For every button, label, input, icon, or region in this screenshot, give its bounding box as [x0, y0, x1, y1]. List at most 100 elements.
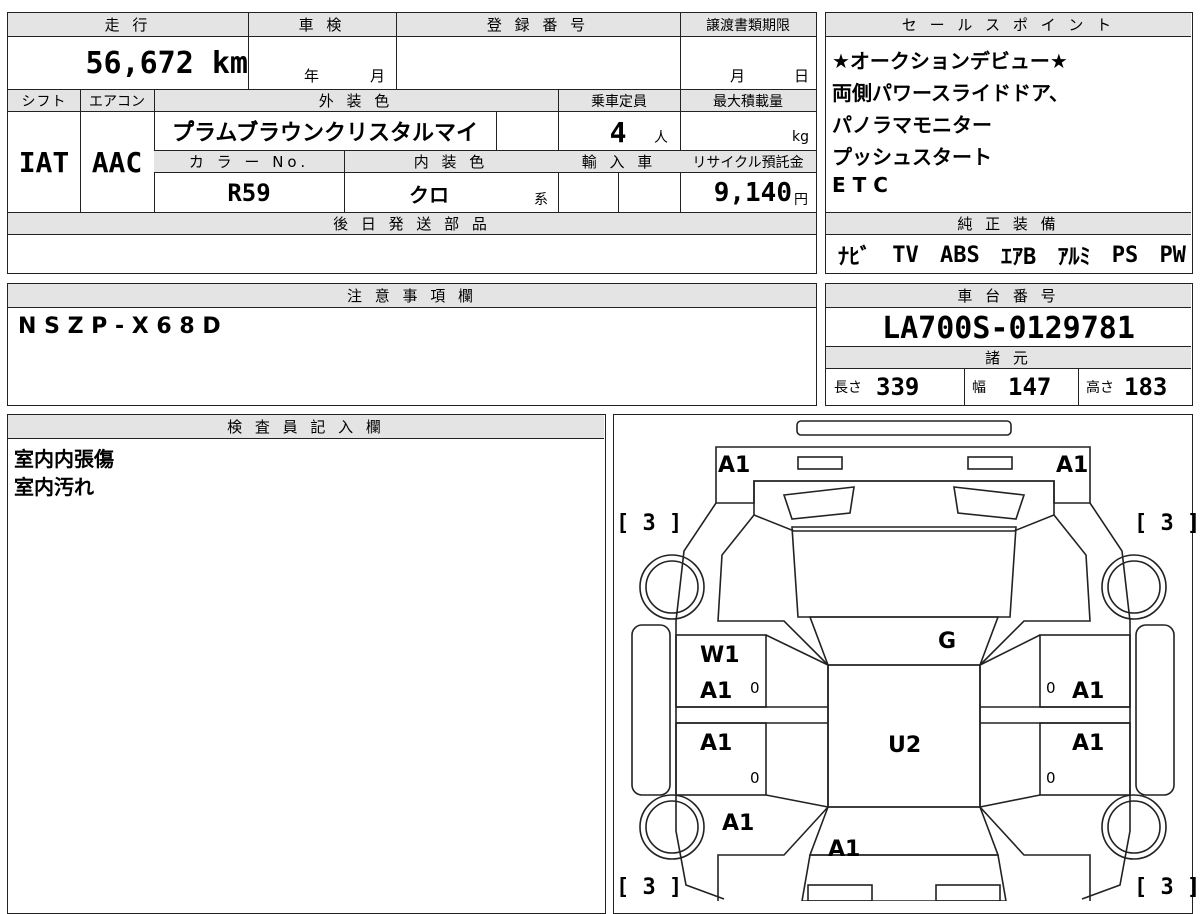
sales-points-panel: セ ー ル ス ポ イ ン ト ★オークションデビュー★ 両側パワースライドドア…	[825, 12, 1193, 274]
front-emblem	[796, 420, 1012, 436]
interior-header: 内 装 色	[344, 151, 558, 173]
mark-right-rear-door: A1	[1072, 731, 1105, 756]
damage-map-panel: A1 A1 [ 3 ] [ 3 ] [ 3 ] [ 3 ] G W1 A1 0 …	[613, 414, 1200, 914]
mark-bracket-br: [ 3 ]	[1134, 875, 1200, 900]
cab-front	[717, 514, 829, 901]
mark-windshield: G	[938, 629, 957, 654]
length-value: 339	[876, 373, 920, 401]
later-parts-header: 後 日 発 送 部 品	[8, 213, 816, 235]
recycle-value: 9,140	[713, 178, 792, 208]
spec-height: 高さ 183	[1086, 372, 1167, 402]
inspector-line: 室内汚れ	[14, 475, 94, 499]
fog-lamp-left	[797, 456, 843, 470]
sales-points-header: セ ー ル ス ポ イ ン ト	[826, 13, 1191, 37]
capacity-value: 4	[609, 115, 627, 149]
mark-zero-lf: 0	[750, 679, 760, 697]
mark-left-front-door-2: A1	[700, 679, 733, 704]
width-value: 147	[1008, 373, 1052, 401]
mark-left-rear-fender: A1	[722, 811, 755, 836]
equipment-item: ｱﾙﾐ	[1057, 245, 1091, 270]
equipment-item: ｴｱB	[1000, 245, 1037, 270]
height-label: 高さ	[1086, 380, 1114, 396]
notes-header: 注 意 事 項 欄	[8, 284, 816, 308]
equipment-header: 純 正 装 備	[826, 213, 1191, 235]
chassis-number: LA700S-0129781	[882, 310, 1135, 346]
wheel-rear-right	[1101, 794, 1167, 860]
rear-bumper-l	[807, 884, 873, 901]
equipment-item: PS	[1111, 242, 1139, 268]
mileage-header: 走 行	[8, 13, 248, 37]
inspector-panel: 検 査 員 記 入 欄 室内内張傷 室内汚れ	[7, 414, 606, 914]
side-sill-left	[631, 624, 671, 796]
transfer-header: 譲渡書類期限	[680, 13, 816, 37]
width-label: 幅	[972, 380, 986, 396]
shift-value: IAT	[18, 145, 70, 179]
notes-panel: 注 意 事 項 欄 N S Z P - X 6 8 D	[7, 283, 817, 406]
rear-bumper-r	[935, 884, 1001, 901]
recycle-unit: 円	[794, 192, 808, 208]
hood	[753, 480, 1055, 532]
mark-left-rear-door: A1	[700, 731, 733, 756]
load-unit: kg	[792, 129, 809, 145]
mark-front-left: A1	[718, 453, 751, 478]
mark-zero-lr: 0	[750, 769, 760, 787]
import-header: 輸 入 車	[558, 151, 680, 173]
mark-roof: U2	[888, 733, 922, 758]
recycle-header: リサイクル預託金	[680, 151, 816, 173]
equipment-list: ﾅﾋﾞ TV ABS ｴｱB ｱﾙﾐ PS PW	[838, 239, 1186, 271]
inspector-line: 室内内張傷	[14, 447, 114, 471]
color-no-header: カ ラ ー No.	[154, 151, 344, 173]
notes-value: N S Z P - X 6 8 D	[18, 314, 221, 339]
inspection-header: 車 検	[248, 13, 396, 37]
ac-value: AAC	[91, 145, 143, 179]
length-label: 長さ	[834, 380, 862, 396]
vehicle-info-grid: 走 行 車 検 登 録 番 号 譲渡書類期限 56,672 km 年 月 月 日…	[7, 12, 817, 274]
mark-rear: A1	[828, 837, 861, 862]
registration-header: 登 録 番 号	[396, 13, 680, 37]
chassis-header: 車 台 番 号	[826, 284, 1191, 308]
color-no-value: R59	[227, 179, 271, 207]
mark-bracket-bl: [ 3 ]	[616, 875, 683, 900]
inspector-header: 検 査 員 記 入 欄	[8, 415, 604, 439]
exterior-header: 外 装 色	[154, 90, 558, 112]
equipment-item: ABS	[939, 242, 980, 268]
equipment-item: PW	[1159, 242, 1186, 268]
windshield	[791, 526, 1017, 618]
wheel-rear-left	[639, 794, 705, 860]
spec-length: 長さ 339	[834, 372, 919, 402]
sales-point-line: プッシュスタート	[832, 145, 992, 169]
mark-bracket-tl: [ 3 ]	[616, 511, 683, 536]
inspection-year: 年	[304, 67, 320, 85]
transfer-day: 日	[794, 67, 810, 85]
sales-point-line: 両側パワースライドドア、	[832, 81, 1069, 105]
inspection-month: 月	[370, 67, 386, 85]
mark-right-front-door: A1	[1072, 679, 1105, 704]
mark-zero-rf: 0	[1046, 679, 1056, 697]
capacity-header: 乗車定員	[558, 90, 680, 112]
mark-left-front-door-1: W1	[700, 643, 740, 668]
sales-point-line: パノラマモニター	[832, 113, 992, 137]
headlamp-right	[953, 486, 1026, 520]
chassis-panel: 車 台 番 号 LA700S-0129781 諸 元 長さ 339 幅 147 …	[825, 283, 1193, 406]
transfer-month: 月	[730, 67, 746, 85]
side-sill-right	[1135, 624, 1175, 796]
cab-front-r	[979, 514, 1091, 901]
ac-header: エアコン	[80, 90, 154, 112]
interior-value: クロ	[409, 182, 449, 207]
headlamp-left	[782, 486, 855, 520]
wheel-front-right	[1101, 554, 1167, 620]
wheel-front-left	[639, 554, 705, 620]
windshield-top	[808, 616, 1000, 666]
mileage-value: 56,672 km	[85, 45, 248, 81]
height-value: 183	[1124, 373, 1168, 401]
capacity-unit: 人	[654, 130, 668, 146]
exterior-value: プ゚ラムブ゙ラウンクリスタルマイ	[171, 121, 479, 146]
mark-zero-rr: 0	[1046, 769, 1056, 787]
spec-width: 幅 147	[972, 372, 1051, 402]
fog-lamp-right	[967, 456, 1013, 470]
sales-point-line: ★オークションデビュー★	[832, 49, 1068, 73]
interior-suffix: 系	[534, 192, 548, 208]
load-header: 最大積載量	[680, 90, 816, 112]
equipment-item: ﾅﾋﾞ	[838, 245, 872, 270]
front-bumper	[715, 446, 1091, 504]
